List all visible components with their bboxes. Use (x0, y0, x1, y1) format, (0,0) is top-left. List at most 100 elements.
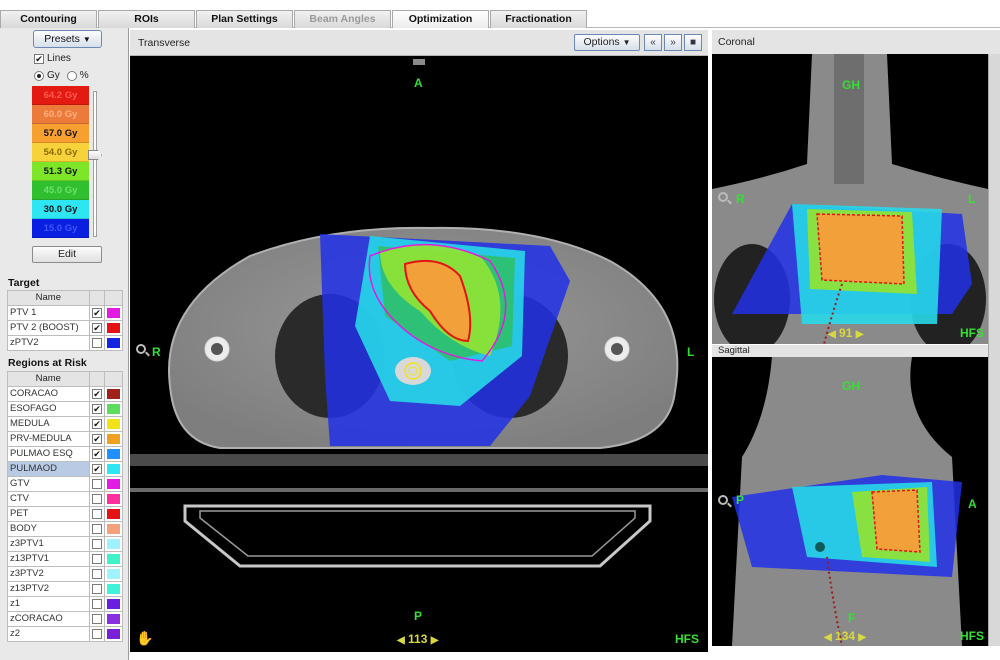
view-scrollbar[interactable] (988, 54, 1000, 646)
isodose-level[interactable]: 45.0 Gy (32, 181, 89, 200)
isodose-level[interactable]: 51.3 Gy (32, 162, 89, 181)
roi-visibility-checkbox[interactable] (91, 538, 102, 549)
roi-color-swatch[interactable] (107, 307, 120, 318)
roi-visibility-checkbox[interactable] (91, 613, 102, 624)
roi-visibility-checkbox[interactable] (91, 493, 102, 504)
roi-color-swatch[interactable] (107, 523, 120, 534)
pan-hand-icon[interactable]: ✋ (136, 630, 153, 647)
roi-row[interactable]: MEDULA ✔ (7, 415, 123, 432)
roi-color-swatch[interactable] (107, 583, 120, 594)
roi-row[interactable]: z13PTV2 (7, 580, 123, 597)
sagittal-slice-prev-arrow[interactable]: ◀ (824, 632, 832, 643)
sagittal-zoom-icon[interactable] (718, 495, 728, 505)
unit-gy-radio[interactable] (34, 70, 44, 81)
presets-button[interactable]: Presets ▼ (33, 30, 102, 48)
isodose-slider-track[interactable] (93, 91, 97, 237)
roi-color-swatch[interactable] (107, 553, 120, 564)
roi-color-swatch[interactable] (107, 418, 120, 429)
roi-row[interactable]: PTV 1 ✔ (7, 304, 123, 321)
tab-rois[interactable]: ROIs (98, 10, 195, 28)
sagittal-slice-navigator[interactable]: ◀ 134 ▶ (824, 629, 866, 643)
lines-checkbox[interactable]: ✔ (34, 53, 44, 64)
tab-fractionation[interactable]: Fractionation (490, 10, 587, 28)
roi-color-swatch[interactable] (107, 433, 120, 444)
roi-color-swatch[interactable] (107, 568, 120, 579)
tab-optimization[interactable]: Optimization (392, 10, 489, 28)
roi-color-swatch[interactable] (107, 448, 120, 459)
roi-visibility-checkbox[interactable] (91, 583, 102, 594)
roi-visibility-checkbox[interactable]: ✔ (91, 388, 102, 399)
roi-row[interactable]: PRV-MEDULA ✔ (7, 430, 123, 447)
isodose-slider-handle[interactable] (88, 150, 102, 160)
edit-isodose-button[interactable]: Edit (32, 246, 102, 263)
slice-next-arrow[interactable]: ▶ (431, 635, 439, 646)
roi-visibility-checkbox[interactable] (91, 478, 102, 489)
unit-percent-radio[interactable] (66, 70, 77, 81)
roi-color-swatch[interactable] (107, 628, 120, 639)
roi-row[interactable]: BODY (7, 520, 123, 537)
isodose-level[interactable]: 60.0 Gy (32, 105, 89, 124)
isodose-level[interactable]: 15.0 Gy (32, 219, 89, 238)
roi-color-swatch[interactable] (107, 598, 120, 609)
roi-visibility-checkbox[interactable]: ✔ (92, 307, 103, 318)
roi-row[interactable]: CTV (7, 490, 123, 507)
roi-visibility-checkbox[interactable] (91, 598, 102, 609)
roi-color-swatch[interactable] (107, 538, 120, 549)
zoom-icon[interactable] (136, 344, 146, 354)
roi-visibility-checkbox[interactable]: ✔ (91, 448, 102, 459)
roi-visibility-checkbox[interactable]: ✔ (92, 322, 103, 333)
coronal-slice-next-arrow[interactable]: ▶ (856, 329, 864, 340)
roi-color-swatch[interactable] (107, 388, 120, 399)
maximize-view-button[interactable]: ■ (684, 34, 702, 51)
isodose-level[interactable]: 57.0 Gy (32, 124, 89, 143)
transverse-ct-viewport[interactable]: A P R L HFS ◀ 113 ▶ ✋ (130, 56, 708, 652)
roi-row[interactable]: z3PTV1 (7, 535, 123, 552)
roi-color-swatch[interactable] (107, 403, 120, 414)
sagittal-ct-viewport[interactable]: GH P A F HFS ◀ 134 ▶ (712, 357, 988, 646)
slice-prev-arrow[interactable]: ◀ (397, 635, 405, 646)
roi-color-swatch[interactable] (107, 463, 120, 474)
roi-visibility-checkbox[interactable] (91, 568, 102, 579)
roi-row[interactable]: zPTV2 (7, 334, 123, 351)
sagittal-slice-next-arrow[interactable]: ▶ (858, 632, 866, 643)
roi-color-swatch[interactable] (107, 322, 120, 333)
roi-visibility-checkbox[interactable]: ✔ (91, 463, 102, 474)
isodose-level[interactable]: 64.2 Gy (32, 86, 89, 105)
next-slice-button[interactable]: » (664, 34, 682, 51)
roi-row[interactable]: CORACAO ✔ (7, 385, 123, 402)
coronal-ct-viewport[interactable]: GH R L HFS ◀ 91 ▶ (712, 54, 988, 344)
lines-toggle[interactable]: ✔ Lines (34, 53, 71, 64)
roi-row[interactable]: z3PTV2 (7, 565, 123, 582)
roi-color-swatch[interactable] (107, 478, 120, 489)
roi-row[interactable]: PULMAOD ✔ (7, 460, 123, 477)
roi-visibility-checkbox[interactable]: ✔ (91, 418, 102, 429)
tab-plan-settings[interactable]: Plan Settings (196, 10, 293, 28)
tab-beam-angles[interactable]: Beam Angles (294, 10, 391, 28)
roi-visibility-checkbox[interactable] (91, 523, 102, 534)
roi-row[interactable]: PULMAO ESQ ✔ (7, 445, 123, 462)
coronal-slice-prev-arrow[interactable]: ◀ (828, 329, 836, 340)
roi-row[interactable]: z2 (7, 625, 123, 642)
roi-visibility-checkbox[interactable] (92, 337, 103, 348)
tab-contouring[interactable]: Contouring (0, 10, 97, 28)
roi-color-swatch[interactable] (107, 613, 120, 624)
roi-visibility-checkbox[interactable]: ✔ (91, 433, 102, 444)
roi-row[interactable]: PET (7, 505, 123, 522)
coronal-slice-navigator[interactable]: ◀ 91 ▶ (828, 326, 863, 340)
roi-color-swatch[interactable] (107, 337, 120, 348)
coronal-zoom-icon[interactable] (718, 192, 728, 202)
slice-navigator[interactable]: ◀ 113 ▶ (397, 632, 438, 646)
options-button[interactable]: Options ▼ (574, 34, 640, 51)
roi-row[interactable]: GTV (7, 475, 123, 492)
roi-visibility-checkbox[interactable] (91, 628, 102, 639)
roi-color-swatch[interactable] (107, 508, 120, 519)
roi-visibility-checkbox[interactable] (91, 508, 102, 519)
isodose-level[interactable]: 54.0 Gy (32, 143, 89, 162)
roi-visibility-checkbox[interactable]: ✔ (91, 403, 102, 414)
roi-row[interactable]: z13PTV1 (7, 550, 123, 567)
roi-color-swatch[interactable] (107, 493, 120, 504)
roi-row[interactable]: PTV 2 (BOOST) ✔ (7, 319, 123, 336)
roi-row[interactable]: ESOFAGO ✔ (7, 400, 123, 417)
roi-row[interactable]: zCORACAO (7, 610, 123, 627)
roi-row[interactable]: z1 (7, 595, 123, 612)
